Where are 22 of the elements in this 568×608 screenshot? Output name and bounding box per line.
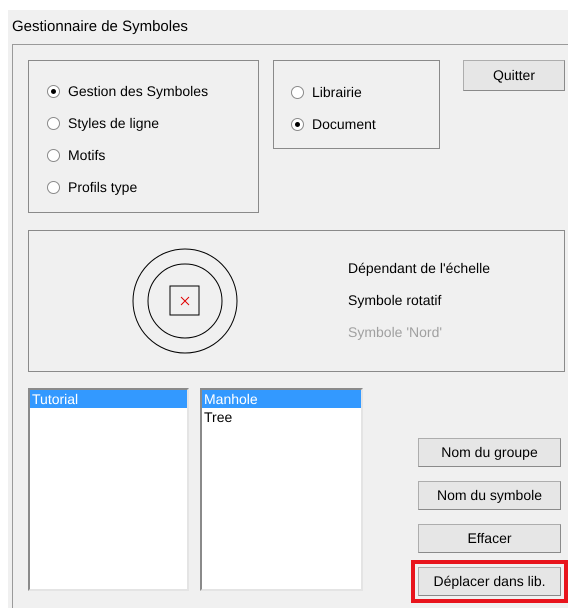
radio-button[interactable]: [47, 180, 60, 194]
radio-button[interactable]: [291, 118, 304, 130]
radio-label[interactable]: Styles de ligne: [68, 112, 160, 134]
radio-button[interactable]: [47, 116, 60, 130]
radio-label[interactable]: Librairie: [312, 82, 362, 102]
action-button[interactable]: Effacer: [418, 524, 561, 553]
quit-button[interactable]: Quitter: [463, 60, 565, 91]
radio-button[interactable]: [47, 148, 60, 162]
radio-label[interactable]: Gestion des Symboles: [68, 80, 208, 102]
window-title: Gestionnaire de Symboles: [12, 16, 188, 37]
list-box[interactable]: Manhole Tree: [200, 388, 363, 591]
radio-button[interactable]: [291, 86, 304, 98]
action-button[interactable]: Nom du groupe: [418, 438, 561, 467]
radio-label[interactable]: Motifs: [68, 144, 106, 166]
action-button[interactable]: Nom du symbole: [418, 481, 561, 510]
symbol-property[interactable]: Symbole rotatif: [348, 290, 490, 312]
radio-button[interactable]: [47, 84, 60, 98]
symbol-property[interactable]: Dépendant de l'échelle: [348, 258, 490, 280]
list-item[interactable]: Tree: [202, 408, 361, 426]
action-button[interactable]: Déplacer dans lib.: [418, 567, 561, 596]
radio-label[interactable]: Profils type: [68, 176, 138, 198]
radio-label[interactable]: Document: [312, 114, 376, 134]
